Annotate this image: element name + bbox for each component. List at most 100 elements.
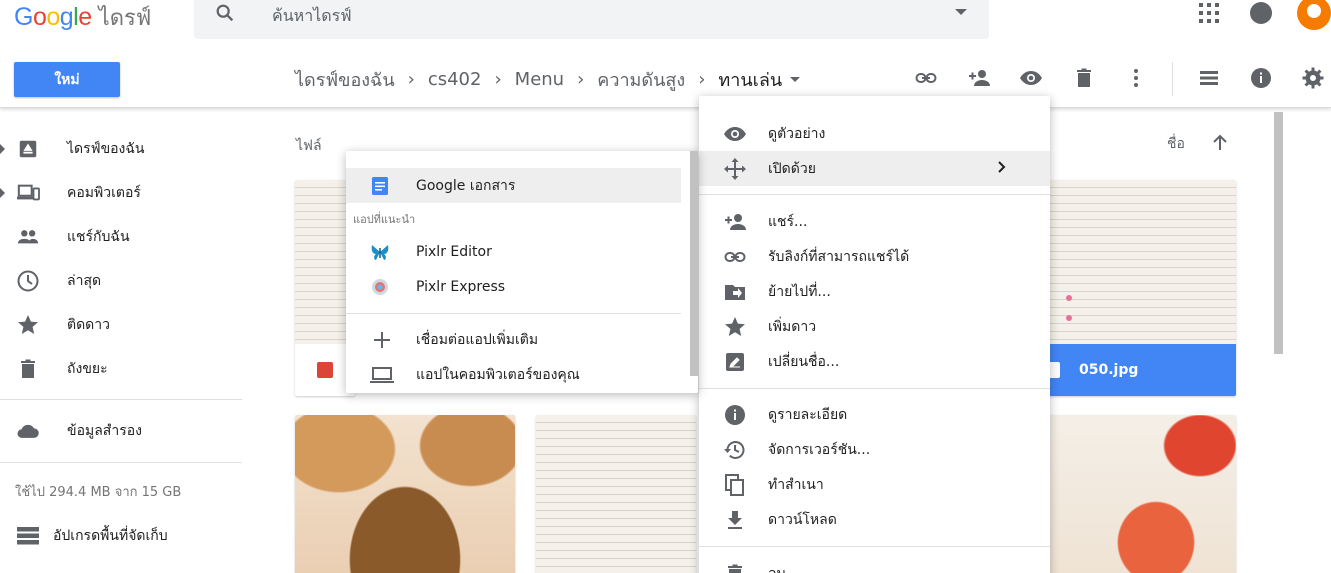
connect-more-apps[interactable]: เชื่อมต่อแอปเพิ่มเติม (346, 322, 681, 357)
eye-icon (723, 122, 747, 146)
sidebar-item-label: ถังขยะ (67, 361, 108, 377)
sidebar-item-computers[interactable]: คอมพิวเตอร์ (0, 175, 250, 211)
file-card[interactable] (1036, 415, 1236, 573)
chevron-down-icon[interactable] (790, 76, 801, 82)
breadcrumb-item[interactable]: ไดรฟ์ของฉัน (295, 65, 395, 94)
open-with-pixlr-express[interactable]: Pixlr Express (346, 269, 681, 304)
submenu-scrollbar[interactable] (690, 151, 698, 376)
breadcrumb-separator: › (577, 68, 585, 90)
more-vert-icon[interactable] (1124, 66, 1148, 90)
upgrade-storage-link[interactable]: อัปเกรดพื้นที่จัดเก็บ (0, 518, 250, 554)
logo-letter: o (32, 3, 47, 31)
search-input[interactable]: ค้นหาไดรฟ์ (272, 4, 352, 29)
trash-icon (16, 357, 40, 381)
upgrade-storage-label: อัปเกรดพื้นที่จัดเก็บ (53, 528, 168, 544)
menu-item-rename[interactable]: เปลี่ยนชื่อ... (699, 344, 1050, 379)
sidebar-item-my-drive[interactable]: ไดรฟ์ของฉัน (0, 131, 250, 167)
file-card-selected[interactable]: 050.jpg (1036, 180, 1236, 396)
notifications-icon[interactable] (1250, 2, 1272, 24)
file-card[interactable] (295, 415, 515, 573)
new-button[interactable]: ใหม่ (14, 62, 120, 97)
list-view-icon[interactable] (1197, 66, 1221, 90)
file-card-footer: 050.jpg (1036, 344, 1236, 396)
avatar[interactable] (1297, 0, 1331, 30)
menu-item-preview[interactable]: ดูตัวอย่าง (699, 116, 1050, 151)
sidebar-item-backups[interactable]: ข้อมูลสำรอง (0, 413, 250, 449)
menu-item-label: Pixlr Editor (416, 243, 492, 260)
add-person-icon (723, 210, 747, 234)
menu-item-remove[interactable]: ลบ (699, 556, 1050, 573)
storage-usage: ใช้ไป 294.4 MB จาก 15 GB (15, 485, 182, 500)
breadcrumb-separator: › (407, 68, 415, 90)
sidebar-item-starred[interactable]: ติดดาว (0, 307, 250, 343)
menu-item-share[interactable]: แชร์... (699, 204, 1050, 239)
arrow-up-icon[interactable] (1210, 133, 1230, 157)
menu-item-open-with[interactable]: เปิดด้วย (699, 151, 1050, 186)
main-scrollbar[interactable] (1274, 112, 1283, 354)
link-icon[interactable] (914, 66, 938, 90)
menu-item-label: เปลี่ยนชื่อ... (768, 353, 840, 370)
laptop-icon (370, 363, 394, 387)
menu-item-add-star[interactable]: เพิ่มดาว (699, 309, 1050, 344)
open-with-google-docs[interactable]: Google เอกสาร (346, 168, 681, 203)
product-name: ไดรฟ์ (98, 6, 152, 31)
menu-item-label: Google เอกสาร (416, 177, 516, 194)
file-card[interactable] (536, 415, 696, 573)
menu-item-details[interactable]: ดูรายละเอียด (699, 397, 1050, 432)
breadcrumb-separator: › (698, 68, 706, 90)
people-icon (16, 225, 40, 249)
menu-item-label: ดูตัวอย่าง (768, 125, 826, 142)
sidebar-item-trash[interactable]: ถังขยะ (0, 351, 250, 387)
sidebar-item-shared[interactable]: แชร์กับฉัน (0, 219, 250, 255)
sort-by-name[interactable]: ชื่อ (1167, 133, 1185, 155)
apps-grid-icon[interactable] (1199, 3, 1219, 23)
logo-letter: o (46, 3, 60, 31)
sidebar-item-recent[interactable]: ล่าสุด (0, 263, 250, 299)
search-icon[interactable] (214, 2, 236, 28)
info-icon[interactable] (1249, 66, 1273, 90)
drive-icon (16, 137, 40, 161)
open-with-submenu: Google เอกสาร แอปที่แนะนำ Pixlr Editor P… (346, 151, 698, 393)
breadcrumb-item[interactable]: Menu (515, 69, 564, 90)
menu-item-label: จัดการเวอร์ชัน... (768, 441, 871, 458)
breadcrumb-item[interactable]: cs402 (428, 69, 482, 90)
trash-icon[interactable] (1072, 66, 1096, 90)
sidebar-divider (0, 399, 242, 400)
info-icon (723, 403, 747, 427)
search-options-icon[interactable] (955, 9, 967, 15)
trash-icon (723, 562, 747, 573)
add-person-icon[interactable] (967, 66, 991, 90)
sidebar-divider (0, 462, 242, 463)
menu-item-versions[interactable]: จัดการเวอร์ชัน... (699, 432, 1050, 467)
apps-on-computer[interactable]: แอปในคอมพิวเตอร์ของคุณ (346, 357, 681, 392)
breadcrumb-separator: › (494, 68, 502, 90)
breadcrumb-current[interactable]: ทานเล่น (718, 65, 782, 94)
logo-letter: g (59, 3, 74, 31)
open-with-pixlr-editor[interactable]: Pixlr Editor (346, 234, 681, 269)
file-name: 050.jpg (1079, 362, 1139, 378)
menu-item-label: รับลิงก์ที่สามารถแชร์ได้ (768, 248, 910, 265)
download-icon (723, 508, 747, 532)
menu-item-get-link[interactable]: รับลิงก์ที่สามารถแชร์ได้ (699, 239, 1050, 274)
menu-divider (699, 388, 1050, 389)
breadcrumb: ไดรฟ์ของฉัน › cs402 › Menu › ความดันสูง … (295, 65, 801, 94)
move-arrows-icon (723, 157, 747, 181)
pixlr-editor-icon (368, 240, 392, 264)
logo-letter: G (14, 3, 33, 31)
settings-icon[interactable] (1301, 66, 1325, 90)
breadcrumb-item[interactable]: ความดันสูง (597, 65, 685, 94)
google-logo-text: Google (14, 3, 92, 32)
menu-item-move-to[interactable]: ย้ายไปที่... (699, 274, 1050, 309)
menu-item-label: ดาวน์โหลด (768, 511, 837, 528)
menu-item-make-copy[interactable]: ทำสำเนา (699, 467, 1050, 502)
menu-item-download[interactable]: ดาวน์โหลด (699, 502, 1050, 537)
google-drive-logo[interactable]: Google ไดรฟ์ (14, 0, 151, 32)
google-docs-icon (368, 174, 392, 198)
expand-arrow-icon[interactable] (0, 188, 5, 198)
menu-item-label: เพิ่มดาว (768, 318, 817, 335)
eye-icon[interactable] (1019, 66, 1043, 90)
sidebar-item-label: ข้อมูลสำรอง (67, 423, 142, 439)
menu-item-label: ย้ายไปที่... (768, 283, 831, 300)
search-bar[interactable]: ค้นหาไดรฟ์ (194, 0, 989, 39)
expand-arrow-icon[interactable] (0, 144, 5, 154)
